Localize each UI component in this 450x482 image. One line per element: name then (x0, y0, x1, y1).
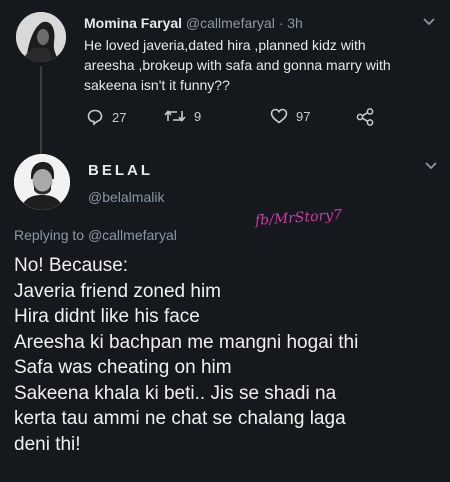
like-button[interactable]: 97 (270, 108, 310, 124)
reply-line: Safa was cheating on him (14, 357, 232, 378)
thread-connector (40, 66, 42, 154)
reply-button[interactable]: 27 (86, 108, 126, 126)
author-name[interactable]: Momina Faryal (84, 15, 182, 31)
share-button[interactable] (356, 108, 374, 126)
reply-icon (86, 108, 104, 126)
chevron-down-icon[interactable] (423, 18, 435, 26)
reply-line: kerta tau ammi ne chat se chalang laga (14, 408, 346, 429)
reply-line: deni thi! (14, 433, 81, 455)
share-icon (356, 108, 374, 126)
reply-line: Hira didnt like his face (14, 306, 200, 327)
reply-line: Areesha ki bachpan me mangni hogai thi (14, 331, 359, 353)
retweet-icon (164, 108, 186, 124)
replying-to-handle[interactable]: @callmefaryal (88, 227, 177, 243)
reply-author-handle[interactable]: @belalmalik (88, 189, 164, 205)
reply-text: No! Because: Javeria friend zoned him Hi… (14, 253, 444, 457)
tweet-actions: 27 9 97 (84, 108, 404, 128)
reply-line: No! Because: (14, 255, 129, 276)
like-count: 97 (296, 108, 311, 124)
replying-to: Replying to @callmefaryal (14, 227, 177, 243)
tweet-text: He loved javeria,dated hira ,planned kid… (84, 37, 391, 93)
reply-count: 27 (112, 109, 127, 125)
heart-icon (270, 108, 288, 124)
reply-line: Sakeena khala ki beti.. Jis se shadi na (14, 382, 337, 404)
tweet-header: Momina Faryal @callmefaryal · 3h (84, 15, 303, 31)
author-handle-time[interactable]: @callmefaryal · 3h (186, 15, 303, 31)
reply-line: Javeria friend zoned him (14, 280, 221, 302)
reply-author-name[interactable]: BELAL (88, 162, 153, 179)
retweet-count: 9 (194, 108, 202, 124)
replying-prefix: Replying to (14, 227, 85, 243)
chevron-down-icon[interactable] (425, 162, 437, 170)
author-avatar[interactable] (16, 12, 66, 62)
reply-avatar[interactable] (14, 154, 70, 210)
watermark-text: fb/MrStory7 (254, 206, 343, 230)
retweet-button[interactable]: 9 (164, 108, 201, 124)
